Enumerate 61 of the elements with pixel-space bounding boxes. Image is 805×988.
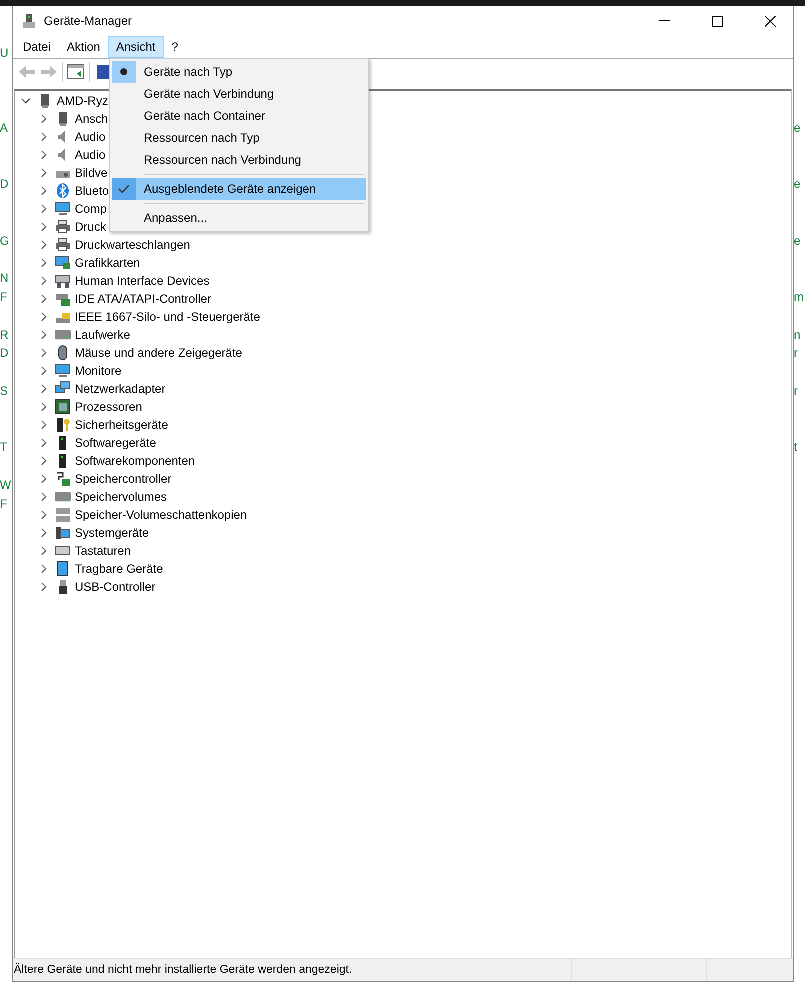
tree-item[interactable]: Systemgeräte — [75, 526, 150, 540]
tree-item[interactable]: Tastaturen — [75, 544, 132, 558]
background-text: D — [0, 345, 9, 362]
tree-item[interactable]: Netzwerkadapter — [75, 382, 166, 396]
background-text: t — [794, 439, 798, 456]
tree-item[interactable]: Audio — [75, 148, 106, 162]
tree-item[interactable]: Softwaregeräte — [75, 436, 156, 450]
background-text: W — [0, 476, 12, 494]
tree-item[interactable]: Softwarekomponenten — [75, 454, 196, 468]
background-text: r — [794, 382, 798, 400]
menu-option[interactable]: Ressourcen nach Typ — [112, 127, 366, 149]
menu-option[interactable]: Anpassen... — [112, 207, 366, 229]
menu-option[interactable]: Geräte nach Typ — [112, 61, 366, 83]
menu-option[interactable]: Geräte nach Container — [112, 105, 366, 127]
tree-item[interactable]: Audio — [75, 130, 106, 144]
menu-option[interactable]: Geräte nach Verbindung — [112, 83, 366, 105]
tree-item[interactable]: Mäuse und andere Zeigegeräte — [75, 346, 242, 360]
tree-item[interactable]: Blueto — [75, 184, 110, 198]
background-text: F — [0, 496, 8, 513]
background-text: D — [0, 176, 9, 194]
menu-item[interactable]: Datei — [15, 36, 60, 58]
tree-item[interactable]: Laufwerke — [75, 328, 130, 342]
background-text: m — [794, 288, 804, 306]
tree-item[interactable]: Monitore — [75, 364, 122, 378]
tree-item[interactable]: Prozessoren — [75, 400, 142, 414]
tree-item[interactable]: IEEE 1667-Silo- und -Steuergeräte — [75, 310, 260, 324]
tree-item[interactable]: USB-Controller — [75, 580, 156, 594]
tree-item[interactable]: Speichervolumes — [75, 490, 168, 504]
tree-item[interactable]: Tragbare Geräte — [75, 562, 164, 576]
background-text: N — [0, 270, 9, 288]
background-text: e — [794, 120, 801, 137]
menu-item[interactable]: Aktion — [59, 36, 108, 58]
background-text: G — [0, 232, 10, 250]
menu-option[interactable]: Ressourcen nach Verbindung — [112, 149, 366, 171]
tree-item[interactable]: Bildve — [75, 166, 108, 180]
background-text: R — [0, 326, 9, 344]
tree-item[interactable]: Speicher-Volumeschattenkopien — [75, 508, 248, 522]
tree-item[interactable]: Ansch — [75, 112, 108, 126]
tree-item[interactable]: Speichercontroller — [75, 472, 172, 486]
tree-item[interactable]: Grafikkarten — [75, 256, 140, 270]
tree-item[interactable]: Comp — [75, 202, 108, 216]
window-title: Geräte-Manager — [44, 14, 134, 28]
menu-item[interactable]: ? — [164, 36, 186, 58]
background-text: S — [0, 382, 8, 400]
tree-item[interactable]: Druckwarteschlangen — [75, 238, 190, 252]
tree-item[interactable]: Sicherheitsgeräte — [75, 418, 168, 432]
tree-item[interactable]: Druck — [75, 220, 106, 234]
background-text: n — [794, 326, 801, 344]
tree-item[interactable]: Human Interface Devices — [75, 274, 210, 288]
background-text: F — [0, 288, 8, 306]
background-text: r — [794, 345, 798, 362]
menu-option[interactable]: Ausgeblendete Geräte anzeigen — [112, 178, 366, 200]
background-text: T — [0, 439, 8, 456]
tree-item[interactable]: AMD-Ryz — [57, 94, 108, 108]
menu-item[interactable]: Ansicht — [108, 36, 164, 58]
status-text: Ältere Geräte und nicht mehr installierte Geräte werden angezeigt. — [13, 962, 354, 978]
background-text: U — [0, 44, 9, 62]
background-text: e — [794, 176, 801, 194]
background-text: e — [794, 232, 801, 250]
tree-item[interactable]: IDE ATA/ATAPI-Controller — [75, 292, 212, 306]
background-text: A — [0, 120, 8, 137]
